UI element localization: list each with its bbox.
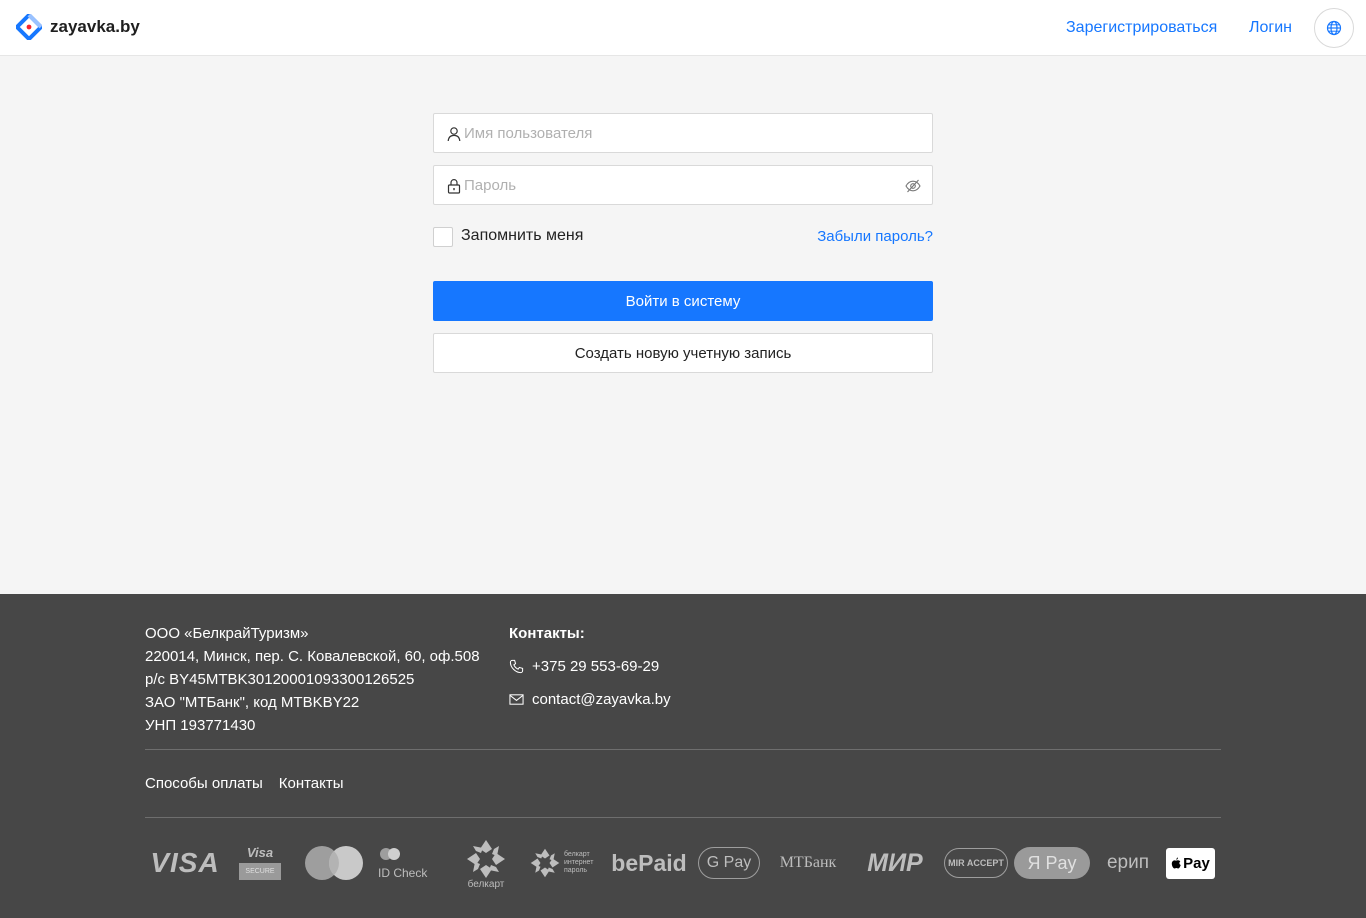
mir-accept-logo: MIR ACCEPT	[944, 848, 1008, 878]
belkart-logo: белкарт	[459, 836, 513, 892]
company-line: р/с BY45MTBK30120001093300126525	[145, 671, 415, 688]
contacts-title: Контакты:	[509, 625, 585, 642]
company-info: ООО «БелкрайТуризм» 220014, Минск, пер. …	[145, 622, 480, 737]
email-address[interactable]: contact@zayavka.by	[532, 688, 671, 711]
register-link[interactable]: Зарегистрироваться	[1066, 19, 1217, 37]
top-header: zayavka.by Зарегистрироваться Логин	[0, 0, 1366, 56]
company-line: УНП 193771430	[145, 717, 256, 734]
mail-icon	[509, 694, 524, 705]
footer-link-contacts[interactable]: Контакты	[279, 775, 344, 792]
yandex-pay-logo: Я Pay	[1014, 847, 1090, 879]
phone-number[interactable]: +375 29 553-69-29	[532, 655, 659, 678]
belkart-text: белкарт	[467, 878, 505, 890]
mastercard-icon	[305, 846, 363, 880]
footer-divider	[145, 817, 1221, 818]
phone-contact[interactable]: +375 29 553-69-29	[509, 655, 671, 678]
remember-row: Запомнить меня Забыли пароль?	[433, 217, 933, 257]
payment-logos: VISA Visa SECURE ID Check белкарт белкар…	[145, 834, 1221, 894]
apple-pay-logo: Pay	[1166, 848, 1215, 879]
belkart-internet-logo: белкарт интернет пароль	[529, 846, 601, 880]
brand[interactable]: zayavka.by	[16, 14, 140, 40]
visa-secure-sub: SECURE	[239, 863, 281, 880]
id-check-text: ID Check	[378, 865, 428, 880]
eye-invisible-icon[interactable]	[905, 178, 921, 194]
create-account-button[interactable]: Создать новую учетную запись	[433, 333, 933, 373]
erip-logo: ерип	[1106, 852, 1150, 873]
user-icon	[447, 127, 461, 142]
password-field[interactable]	[433, 165, 933, 205]
login-link[interactable]: Логин	[1249, 19, 1292, 37]
visa-secure-logo: Visa SECURE	[239, 844, 281, 881]
id-check-logo: ID Check	[378, 844, 434, 882]
forgot-password-link[interactable]: Забыли пароль?	[817, 228, 933, 245]
footer-divider	[145, 749, 1221, 750]
google-pay-logo: G Pay	[698, 847, 760, 879]
password-input[interactable]	[464, 166, 904, 204]
email-contact[interactable]: contact@zayavka.by	[509, 688, 671, 711]
main-content: Запомнить меня Забыли пароль? Войти в си…	[0, 56, 1366, 594]
username-input[interactable]	[464, 114, 904, 152]
visa-logo: VISA	[150, 847, 220, 878]
belkart-icon	[467, 839, 505, 878]
login-form: Запомнить меня Забыли пароль? Войти в си…	[433, 113, 933, 373]
username-field[interactable]	[433, 113, 933, 153]
id-check-circles-icon	[380, 847, 400, 860]
contacts-block: Контакты: +375 29 553-69-29 contact@zaya…	[509, 622, 671, 711]
lock-icon	[447, 178, 461, 194]
remember-label[interactable]: Запомнить меня	[461, 227, 583, 245]
company-line: 220014, Минск, пер. С. Ковалевской, 60, …	[145, 648, 480, 665]
language-button[interactable]	[1314, 8, 1354, 48]
footer-link-payment-methods[interactable]: Способы оплаты	[145, 775, 263, 792]
footer: ООО «БелкрайТуризм» 220014, Минск, пер. …	[0, 594, 1366, 918]
belkart-internet-text: белкарт интернет пароль	[564, 851, 594, 874]
bepaid-logo: bePaid	[611, 849, 687, 876]
apple-pay-text: Pay	[1183, 855, 1210, 872]
brand-name: zayavka.by	[50, 17, 140, 36]
company-line: ЗАО "МТБанк", код MTBKBY22	[145, 694, 360, 711]
footer-links: Способы оплаты Контакты	[145, 775, 344, 792]
visa-secure-title: Visa	[246, 845, 274, 860]
login-submit-button[interactable]: Войти в систему	[433, 281, 933, 321]
belkart-small-icon	[530, 848, 560, 878]
phone-icon	[509, 659, 524, 674]
brand-logo-icon	[16, 14, 42, 40]
globe-icon	[1326, 20, 1342, 36]
mtbank-logo: МТБанк	[779, 854, 837, 871]
apple-icon	[1171, 857, 1181, 869]
mir-logo: МИР	[867, 848, 923, 877]
remember-checkbox[interactable]	[433, 227, 453, 247]
company-line: ООО «БелкрайТуризм»	[145, 625, 309, 642]
